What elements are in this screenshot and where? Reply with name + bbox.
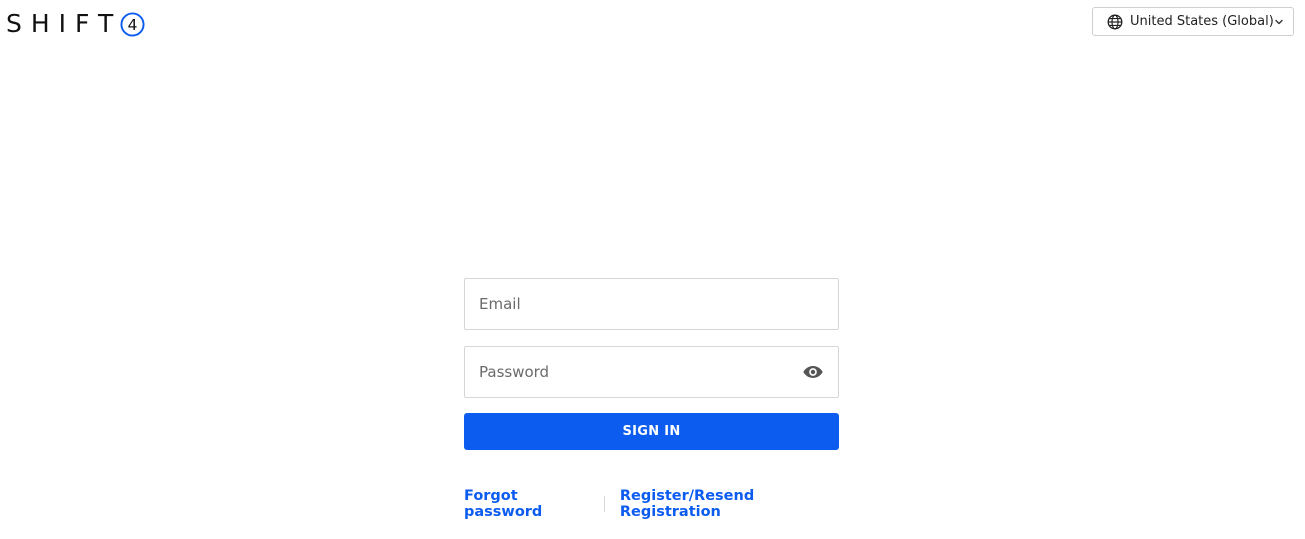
auth-links: Forgot password Register/Resend Registra… xyxy=(464,488,839,520)
region-selected-label: United States (Global) xyxy=(1130,14,1274,29)
link-divider xyxy=(603,496,605,512)
logo-mark-digit: 4 xyxy=(128,15,138,33)
logo-mark: 4 xyxy=(120,11,145,37)
forgot-password-link[interactable]: Forgot password xyxy=(464,488,589,520)
register-link[interactable]: Register/Resend Registration xyxy=(620,488,839,520)
globe-icon xyxy=(1107,14,1123,29)
password-input[interactable] xyxy=(465,347,802,397)
region-selector[interactable]: United States (Global) xyxy=(1092,7,1294,36)
login-form: SIGN IN xyxy=(464,278,839,450)
chevron-down-icon xyxy=(1275,19,1283,24)
eye-icon[interactable] xyxy=(802,361,824,383)
logo-wordmark: SHIFT xyxy=(6,9,123,38)
login-page: SHIFT 4 United States (Global) Email SIG… xyxy=(0,0,1305,539)
email-field-wrapper xyxy=(464,278,839,330)
password-field-wrapper xyxy=(464,346,839,398)
shift4-logo: SHIFT 4 xyxy=(6,10,145,38)
sign-in-button[interactable]: SIGN IN xyxy=(464,413,839,450)
email-input[interactable] xyxy=(465,279,838,329)
